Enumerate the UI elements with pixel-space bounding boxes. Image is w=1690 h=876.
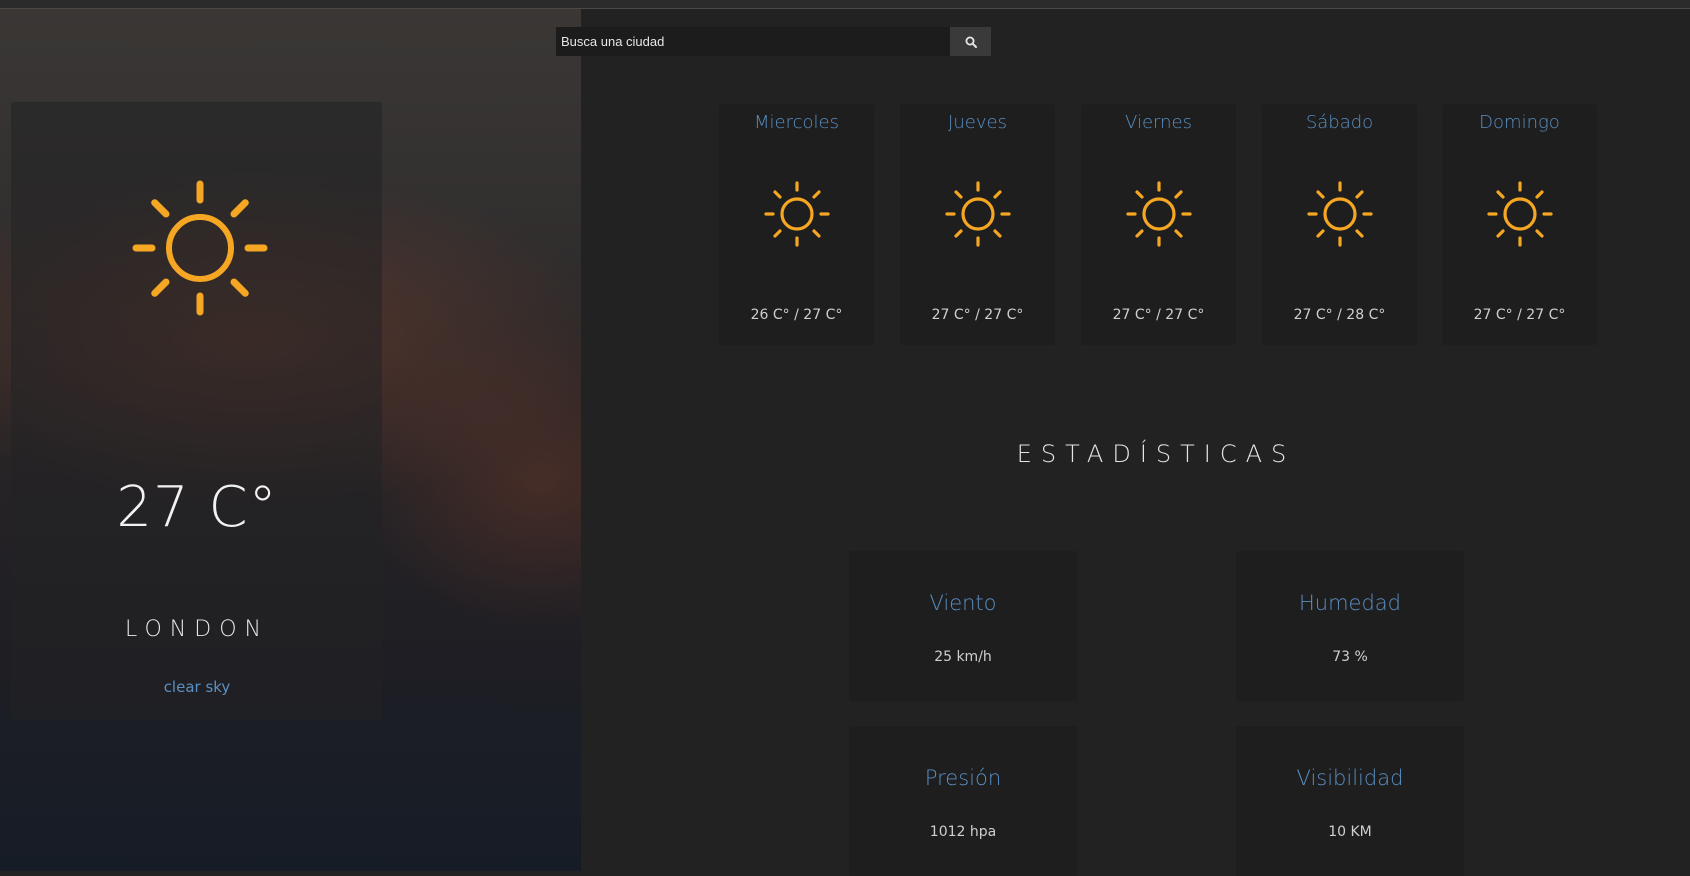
forecast-day-name: Sábado xyxy=(1305,112,1374,133)
stat-value: 25 km/h xyxy=(934,649,992,665)
sun-icon xyxy=(1487,181,1553,247)
sun-icon xyxy=(764,181,830,247)
stat-label: Visibilidad xyxy=(1296,766,1404,790)
search-button[interactable] xyxy=(950,27,991,56)
sun-icon xyxy=(945,181,1011,247)
stat-value: 1012 hpa xyxy=(929,824,997,840)
stat-card-pressure: Presión 1012 hpa xyxy=(849,726,1077,876)
forecast-day-name: Viernes xyxy=(1125,112,1192,133)
forecast-day-card: Domingo 27 C° / 27 C° xyxy=(1442,104,1597,345)
forecast-temperature-range: 27 C° / 27 C° xyxy=(931,307,1024,323)
statistics-heading: ESTADÍSTICAS xyxy=(1016,440,1296,468)
stat-card-humidity: Humedad 73 % xyxy=(1236,551,1464,701)
forecast-day-name: Jueves xyxy=(948,112,1007,133)
weather-description: clear sky xyxy=(163,678,231,696)
search-bar xyxy=(556,27,991,56)
browser-top-bar xyxy=(0,0,1690,9)
forecast-day-name: Domingo xyxy=(1479,112,1560,133)
forecast-temperature-range: 27 C° / 27 C° xyxy=(1473,307,1566,323)
sun-icon xyxy=(132,180,268,316)
forecast-day-card: Jueves 27 C° / 27 C° xyxy=(900,104,1055,345)
search-input[interactable] xyxy=(556,27,950,56)
search-icon xyxy=(965,36,977,48)
stat-label: Humedad xyxy=(1298,591,1401,615)
stat-card-wind: Viento 25 km/h xyxy=(849,551,1077,701)
forecast-temperature-range: 26 C° / 27 C° xyxy=(750,307,843,323)
stat-label: Presión xyxy=(924,766,1002,790)
stat-card-visibility: Visibilidad 10 KM xyxy=(1236,726,1464,876)
stat-label: Viento xyxy=(929,591,997,615)
sun-icon xyxy=(1126,181,1192,247)
forecast-day-card: Sábado 27 C° / 28 C° xyxy=(1262,104,1417,345)
stat-value: 10 KM xyxy=(1328,824,1372,840)
forecast-day-card: Miercoles 26 C° / 27 C° xyxy=(719,104,874,345)
sun-icon xyxy=(1307,181,1373,247)
forecast-temperature-range: 27 C° / 27 C° xyxy=(1112,307,1205,323)
forecast-day-card: Viernes 27 C° / 27 C° xyxy=(1081,104,1236,345)
forecast-temperature-range: 27 C° / 28 C° xyxy=(1293,307,1386,323)
forecast-day-name: Miercoles xyxy=(754,112,839,133)
stat-value: 73 % xyxy=(1332,649,1368,665)
current-temperature: 27 C° xyxy=(116,475,278,540)
city-name: LONDON xyxy=(125,617,269,642)
